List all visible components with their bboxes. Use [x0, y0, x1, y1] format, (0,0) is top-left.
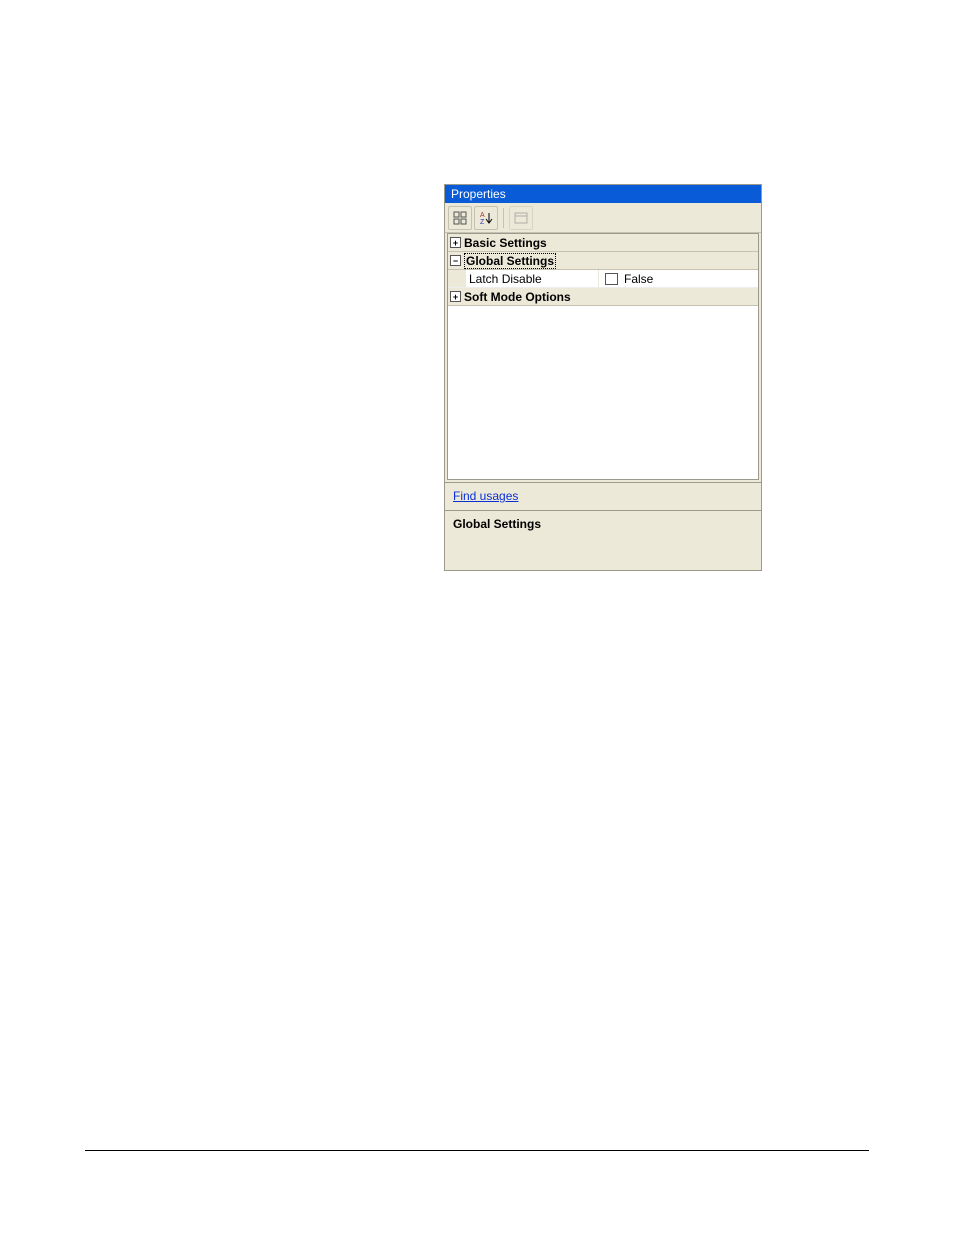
checkbox[interactable] [605, 273, 618, 285]
category-label: Basic Settings [464, 236, 547, 250]
property-row-latch-disable[interactable]: Latch Disable False [448, 270, 758, 288]
find-usages-link[interactable]: Find usages [453, 489, 518, 503]
indent [448, 270, 466, 287]
svg-text:A: A [480, 212, 485, 219]
category-label: Global Settings [464, 253, 556, 269]
commands-bar: Find usages [445, 482, 761, 510]
expand-icon[interactable]: + [450, 291, 461, 302]
property-name: Latch Disable [466, 270, 599, 287]
property-value-cell[interactable]: False [599, 272, 758, 286]
property-grid: + Basic Settings − Global Settings Latch… [447, 233, 759, 480]
svg-text:Z: Z [480, 219, 485, 226]
description-bar: Global Settings [445, 510, 761, 570]
panel-title: Properties [445, 185, 761, 203]
footer-divider [85, 1150, 869, 1151]
category-row-softmode[interactable]: + Soft Mode Options [448, 288, 758, 306]
panel-title-text: Properties [451, 187, 506, 201]
description-title: Global Settings [453, 517, 541, 531]
category-row-basic[interactable]: + Basic Settings [448, 234, 758, 252]
properties-panel: Properties A Z [444, 184, 762, 571]
alphabetical-button[interactable]: A Z [474, 206, 498, 230]
categorized-icon [453, 211, 467, 225]
collapse-icon[interactable]: − [450, 255, 461, 266]
pages-icon [514, 212, 528, 224]
toolbar: A Z [445, 203, 761, 233]
expand-icon[interactable]: + [450, 237, 461, 248]
category-row-global[interactable]: − Global Settings [448, 252, 758, 270]
property-value-text: False [624, 272, 653, 286]
toolbar-separator [503, 208, 504, 228]
az-sort-icon: A Z [478, 210, 494, 226]
property-pages-button[interactable] [509, 206, 533, 230]
categorized-button[interactable] [448, 206, 472, 230]
category-label: Soft Mode Options [464, 290, 571, 304]
